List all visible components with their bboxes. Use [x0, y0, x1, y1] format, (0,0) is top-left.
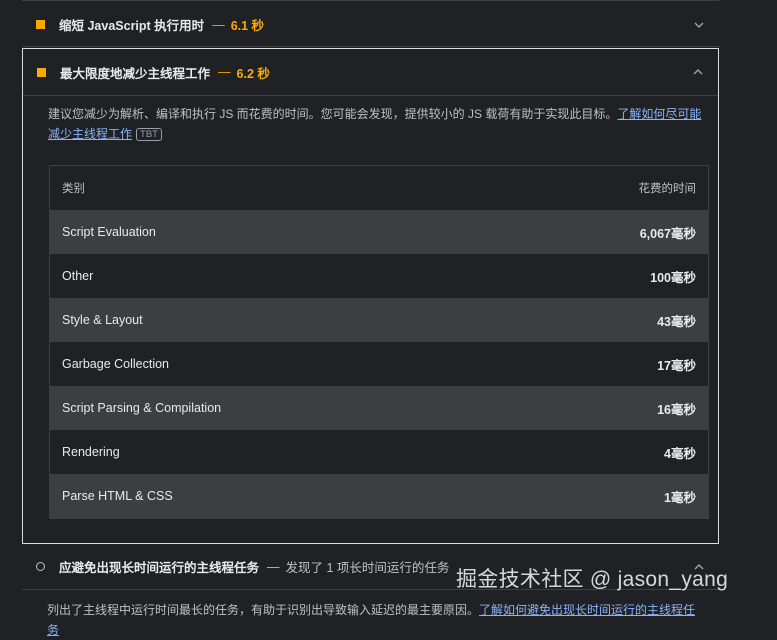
audit-description: 列出了主线程中运行时间最长的任务，有助于识别出导致输入延迟的最主要原因。了解如何… [47, 600, 707, 640]
chevron-down-icon[interactable] [691, 17, 707, 33]
audit-title: 应避免出现长时间运行的主线程任务 [59, 561, 260, 575]
row-time: 16毫秒 [657, 402, 696, 417]
audit-description: 建议您减少为解析、编译和执行 JS 而花费的时间。您可能会发现，提供较小的 JS… [48, 104, 706, 144]
audit-mainthread-work: 最大限度地减少主线程工作 — 6.2 秒 建议您减少为解析、编译和执行 JS 而… [22, 48, 719, 544]
audit-header[interactable]: 缩短 JavaScript 执行用时 — 6.1 秒 [22, 1, 719, 48]
audit-separator: — [212, 17, 225, 32]
audit-separator: — [218, 65, 231, 79]
table-row: Other 100毫秒 [50, 254, 708, 298]
chevron-up-icon[interactable] [690, 64, 706, 80]
row-time: 17毫秒 [657, 358, 696, 373]
row-category: Parse HTML & CSS [62, 489, 173, 503]
audit-title: 缩短 JavaScript 执行用时 [59, 19, 205, 33]
row-category: Style & Layout [62, 313, 143, 327]
audit-display-text: 发现了 1 项长时间运行的任务 [285, 561, 450, 575]
row-category: Script Parsing & Compilation [62, 401, 222, 415]
table-row: Style & Layout 43毫秒 [50, 298, 708, 342]
table-body: Script Evaluation 6,067毫秒 Other 100毫秒 St… [50, 210, 708, 518]
audit-value: 6.2 秒 [236, 66, 270, 81]
column-header-category: 类别 [62, 183, 85, 195]
description-text: 列出了主线程中运行时间最长的任务，有助于识别出导致输入延迟的最主要原因。 [47, 603, 480, 617]
table-header: 类别 花费的时间 [50, 166, 708, 210]
row-time: 1毫秒 [664, 490, 696, 505]
table-row: Rendering 4毫秒 [50, 430, 708, 474]
description-text: 建议您减少为解析、编译和执行 JS 而花费的时间。您可能会发现，提供较小的 JS… [48, 107, 618, 121]
column-header-time: 花费的时间 [638, 183, 697, 195]
metric-tag: TBT [136, 128, 162, 141]
warning-square-icon [36, 20, 45, 29]
audit-value: 6.1 秒 [230, 19, 265, 33]
info-circle-icon [36, 562, 45, 571]
details-table: 类别 花费的时间 Script Evaluation 6,067毫秒 Other… [49, 165, 709, 519]
watermark: 掘金技术社区 @ jason_yang [456, 568, 729, 591]
row-time: 4毫秒 [664, 446, 696, 461]
warning-square-icon [37, 67, 46, 77]
row-time: 100毫秒 [650, 270, 696, 285]
table-row: Script Parsing & Compilation 16毫秒 [50, 386, 708, 430]
row-time: 43毫秒 [657, 314, 696, 329]
audit-header[interactable]: 最大限度地减少主线程工作 — 6.2 秒 [23, 49, 718, 96]
audit-bootup-time[interactable]: 缩短 JavaScript 执行用时 — 6.1 秒 [22, 0, 719, 47]
table-row: Parse HTML & CSS 1毫秒 [50, 474, 708, 518]
row-category: Script Evaluation [62, 225, 156, 239]
table-row: Garbage Collection 17毫秒 [50, 342, 708, 386]
table-row: Script Evaluation 6,067毫秒 [50, 210, 708, 254]
audit-separator: — [267, 559, 280, 574]
row-category: Rendering [62, 445, 120, 459]
audit-title: 最大限度地减少主线程工作 [60, 66, 211, 81]
row-category: Garbage Collection [62, 357, 170, 371]
row-time: 6,067毫秒 [639, 226, 696, 241]
row-category: Other [62, 269, 94, 283]
